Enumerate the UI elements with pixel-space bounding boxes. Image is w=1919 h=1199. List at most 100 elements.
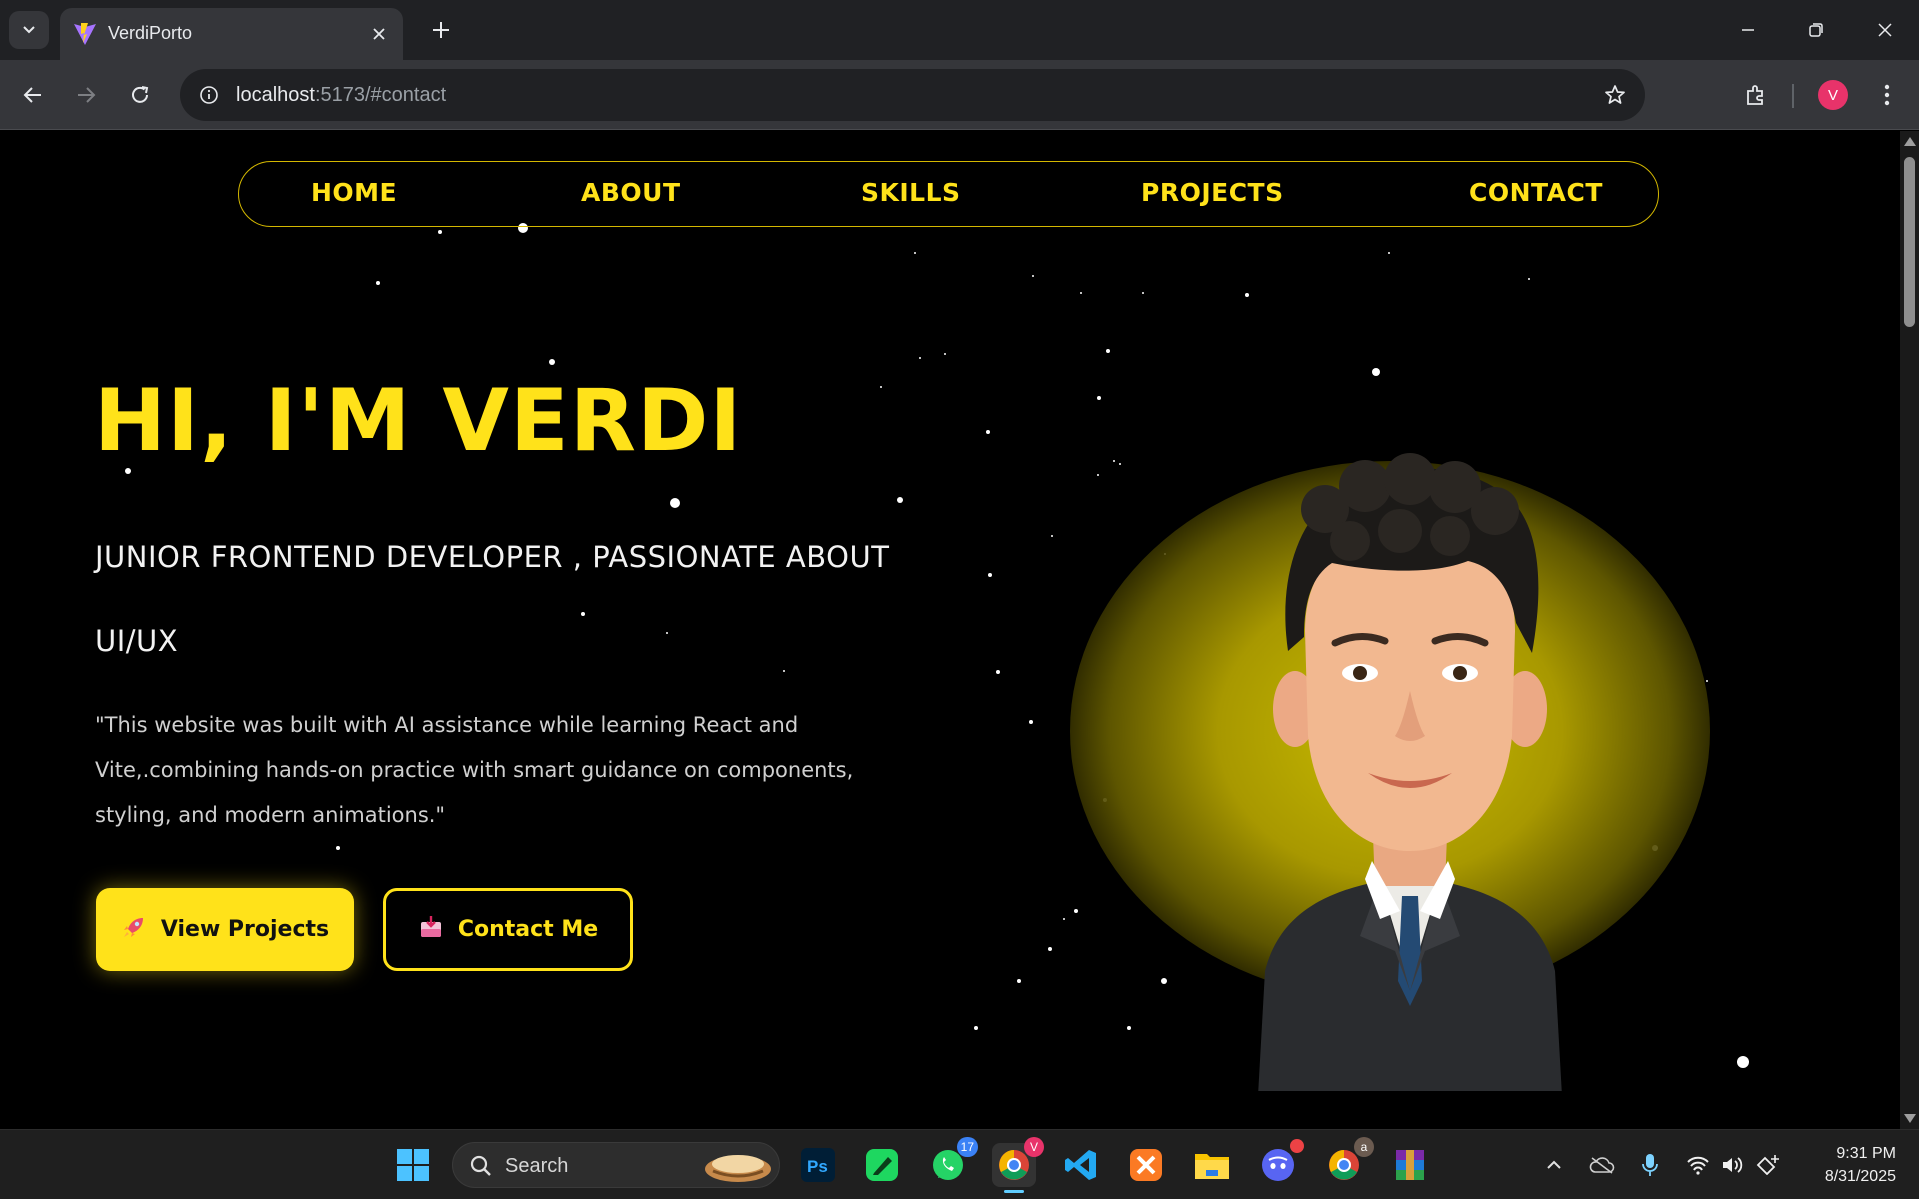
arrow-left-icon: [23, 87, 41, 103]
close-tab-icon[interactable]: [365, 20, 393, 48]
battery-icon[interactable]: [1756, 1152, 1782, 1178]
star: [986, 430, 990, 434]
address-bar[interactable]: localhost:5173/#contact: [180, 69, 1645, 121]
chrome2-profile-badge: a: [1354, 1137, 1374, 1157]
clock-date: 8/31/2025: [1824, 1168, 1896, 1185]
vscode-taskbar-icon[interactable]: [1059, 1143, 1103, 1187]
browser-tab-bar: VerdiPorto: [0, 0, 1919, 60]
scroll-up-arrow-icon[interactable]: [1904, 137, 1916, 146]
active-tab[interactable]: VerdiPorto: [60, 8, 403, 60]
file-explorer-taskbar-icon[interactable]: [1190, 1143, 1234, 1187]
whatsapp-badge: 17: [956, 1137, 978, 1157]
taskbar-search[interactable]: Search: [452, 1142, 780, 1188]
tab-search-button[interactable]: [9, 11, 49, 49]
avatar-container: [1050, 391, 1750, 1091]
chrome-profile-badge: V: [1024, 1137, 1044, 1157]
nav-contact[interactable]: CONTACT: [1469, 178, 1603, 207]
page-viewport: HOME ABOUT SKILLS PROJECTS CONTACT HI, I…: [0, 131, 1900, 1129]
puzzle-icon: [1747, 85, 1763, 105]
star: [974, 1026, 978, 1030]
star: [880, 386, 882, 388]
star: [1388, 252, 1390, 254]
volume-icon[interactable]: [1720, 1152, 1746, 1178]
star: [1528, 278, 1530, 280]
close-window-button[interactable]: [1855, 6, 1915, 54]
site-navbar: HOME ABOUT SKILLS PROJECTS CONTACT: [238, 161, 1659, 227]
contact-me-label: Contact Me: [457, 917, 599, 942]
profile-avatar[interactable]: V: [1818, 80, 1848, 110]
taskbar-clock[interactable]: 9:31 PM 8/31/2025: [1800, 1142, 1896, 1188]
show-hidden-icons-button[interactable]: [1541, 1152, 1567, 1178]
back-button[interactable]: [12, 74, 54, 116]
chevron-up-icon: [1547, 1160, 1561, 1169]
kebab-menu-icon: [1884, 84, 1890, 106]
notes-app-taskbar-icon[interactable]: [860, 1143, 904, 1187]
minimize-button[interactable]: [1718, 6, 1778, 54]
discord-notification-dot: [1290, 1139, 1304, 1153]
nav-projects[interactable]: PROJECTS: [1141, 178, 1284, 207]
active-indicator: [1004, 1190, 1024, 1193]
windows-taskbar: Search Ps 17 V a 9:31 PM 8/31/2025: [0, 1129, 1919, 1199]
toolbar-divider: [1792, 84, 1794, 108]
start-button[interactable]: [391, 1143, 435, 1187]
star: [1106, 349, 1110, 353]
chevron-down-icon: [23, 26, 35, 34]
view-projects-label: View Projects: [160, 917, 330, 942]
minimize-icon: [1742, 29, 1754, 31]
new-tab-button[interactable]: [423, 12, 459, 48]
winrar-taskbar-icon[interactable]: [1388, 1143, 1432, 1187]
restore-button[interactable]: [1786, 6, 1846, 54]
browser-toolbar: localhost:5173/#contact V: [0, 60, 1919, 130]
star: [944, 353, 946, 355]
star: [914, 252, 916, 254]
restore-icon: [1809, 23, 1823, 37]
whatsapp-taskbar-icon[interactable]: 17: [926, 1137, 978, 1187]
close-icon: [1878, 23, 1892, 37]
hero-role: JUNIOR FRONTEND DEVELOPER , PASSIONATE A…: [95, 540, 890, 658]
star: [1017, 979, 1021, 983]
reload-button[interactable]: [119, 74, 161, 116]
star: [376, 281, 380, 285]
plus-icon: [433, 22, 449, 38]
extensions-button[interactable]: [1735, 74, 1777, 116]
taskbar-search-label: Search: [505, 1155, 569, 1177]
url-path: :5173/#contact: [314, 84, 447, 106]
photoshop-taskbar-icon[interactable]: Ps: [796, 1143, 840, 1187]
browser-menu-button[interactable]: [1866, 74, 1908, 116]
chrome-taskbar-icon[interactable]: V: [992, 1137, 1044, 1193]
search-icon: [470, 1155, 491, 1176]
chrome-profile2-taskbar-icon[interactable]: a: [1322, 1137, 1374, 1187]
star: [1032, 275, 1034, 277]
star: [549, 359, 555, 365]
star: [897, 497, 903, 503]
star: [919, 357, 921, 359]
hero-title: HI, I'M VERDI: [94, 371, 743, 471]
discord-taskbar-icon[interactable]: [1256, 1139, 1304, 1187]
svg-text:Ps: Ps: [807, 1157, 828, 1176]
nav-skills[interactable]: SKILLS: [861, 178, 961, 207]
bookmark-star-button[interactable]: [1597, 77, 1633, 113]
scroll-down-arrow-icon[interactable]: [1904, 1114, 1916, 1123]
url-text: localhost:5173/#contact: [236, 84, 446, 107]
info-icon: [200, 86, 218, 104]
star: [1080, 292, 1082, 294]
onedrive-icon[interactable]: [1589, 1152, 1615, 1178]
star: [1372, 368, 1380, 376]
site-info-button[interactable]: [192, 78, 226, 112]
star: [1142, 292, 1144, 294]
nav-about[interactable]: ABOUT: [581, 178, 681, 207]
scroll-thumb[interactable]: [1904, 157, 1915, 327]
page-scrollbar[interactable]: [1900, 131, 1919, 1129]
microphone-icon[interactable]: [1637, 1152, 1663, 1178]
view-projects-button[interactable]: View Projects: [96, 888, 354, 971]
star: [1029, 720, 1033, 724]
contact-me-button[interactable]: Contact Me: [383, 888, 633, 971]
forward-button[interactable]: [65, 74, 107, 116]
windows-logo-icon: [397, 1149, 429, 1181]
wifi-icon[interactable]: [1685, 1152, 1711, 1178]
xampp-taskbar-icon[interactable]: [1124, 1143, 1168, 1187]
url-host: localhost: [236, 84, 315, 106]
inbox-icon: [418, 914, 444, 946]
nav-home[interactable]: HOME: [311, 178, 397, 207]
arrow-right-icon: [78, 87, 96, 103]
